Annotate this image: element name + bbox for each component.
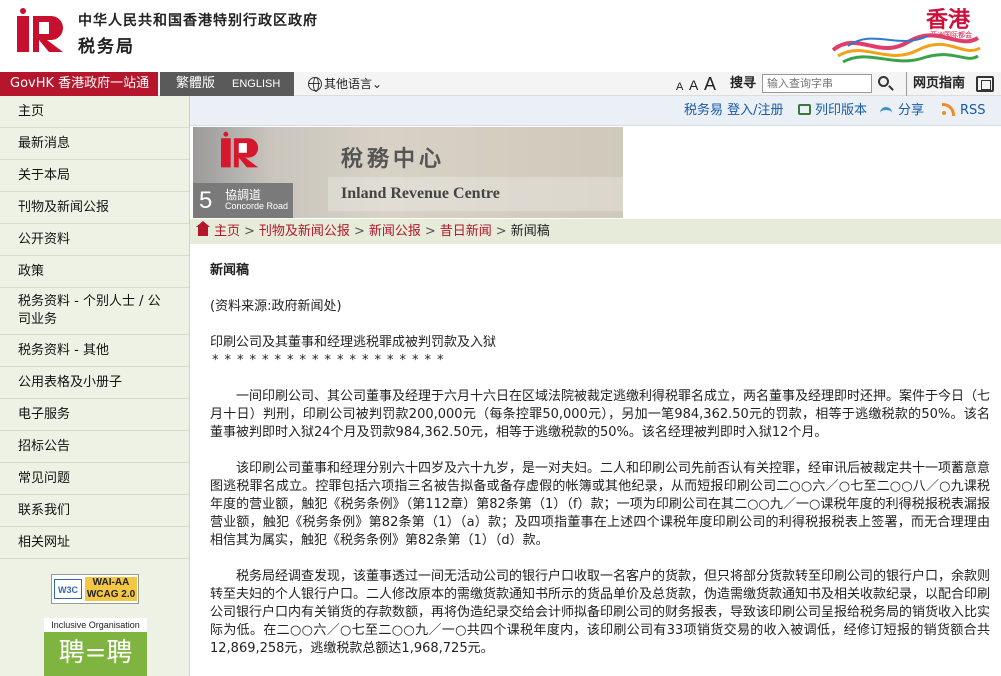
building-name-english: Inland Revenue Centre <box>341 185 500 202</box>
sidebar-item-faq[interactable]: 常见问题 <box>0 463 189 495</box>
mobile-version-icon[interactable] <box>976 76 994 92</box>
utility-bar: 税务易 登入/注册 列印版本 分享 RSS <box>190 96 1001 126</box>
source-note: (资料来源:政府新闻处) <box>210 299 342 314</box>
press-release-paragraph: 一间印刷公司、其公司董事及经理于六月十六日在区域法院被裁定逃缴利得税罪名成立，两… <box>210 389 991 440</box>
press-release-paragraph: 该印刷公司董事和经理分别六十四岁及六十九岁，是一对夫妇。二人和印刷公司先前否认有… <box>210 461 991 548</box>
font-size-small-button[interactable]: A <box>676 81 683 93</box>
sidebar-item-publications[interactable]: 刊物及新闻公报 <box>0 192 189 224</box>
inclusive-glyph: 聘=聘 <box>58 638 133 668</box>
press-release-headline: 印刷公司及其董事和经理逃税罪成被判罚款及入狱 <box>210 335 497 350</box>
star-divider: ******************* <box>212 353 450 368</box>
breadcrumb-separator: > <box>424 224 436 239</box>
sidebar-item-whats-new[interactable]: 最新消息 <box>0 128 189 160</box>
breadcrumb: 主页 > 刊物及新闻公报 > 新闻公报 > 昔日新闻 > 新闻稿 <box>190 219 1001 244</box>
page-banner-image: 5 協調道 Concorde Road 稅務中心 Inland Revenue … <box>193 127 623 218</box>
breadcrumb-archive[interactable]: 昔日新闻 <box>440 224 492 239</box>
sidebar-item-tenders[interactable]: 招标公告 <box>0 431 189 463</box>
traditional-chinese-link[interactable]: 繁體版 <box>176 72 215 96</box>
sitemap-link[interactable]: 网页指南 <box>906 72 965 96</box>
building-name-chinese: 稅務中心 <box>341 146 446 172</box>
search-icon <box>878 76 889 87</box>
government-name: 中华人民共和国香港特别行政区政府 <box>78 13 318 29</box>
other-languages-label: 其他语言 <box>324 77 373 91</box>
sidebar-item-public-info[interactable]: 公开资料 <box>0 224 189 256</box>
english-link[interactable]: ENGLISH <box>232 72 280 96</box>
breadcrumb-separator: > <box>495 224 507 239</box>
govhk-link[interactable]: GovHK 香港政府一站通 <box>0 72 158 96</box>
print-version-link[interactable]: 列印版本 <box>798 96 867 126</box>
rss-icon <box>942 103 955 116</box>
search-input[interactable] <box>762 74 872 93</box>
wcag-label-line1: WAI-AA <box>92 577 130 588</box>
breadcrumb-publications[interactable]: 刊物及新闻公报 <box>259 224 350 239</box>
inclusive-organisation-badge[interactable]: Inclusive Organisation 聘=聘 <box>44 618 147 676</box>
wcag-badge[interactable]: W3C WAI-AA WCAG 2.0 <box>51 574 139 604</box>
breadcrumb-current: 新闻稿 <box>510 224 550 239</box>
etax-login-link[interactable]: 税务易 登入/注册 <box>684 96 784 126</box>
sidebar-item-about-us[interactable]: 关于本局 <box>0 160 189 192</box>
printer-icon <box>798 104 811 115</box>
share-label: 分享 <box>898 103 925 118</box>
page-title: 新闻稿 <box>210 263 250 278</box>
rss-label: RSS <box>960 103 986 118</box>
rss-link[interactable]: RSS <box>942 96 986 126</box>
main-content: 新闻稿 (资料来源:政府新闻处) 印刷公司及其董事和经理逃税罪成被判罚款及入狱 … <box>210 262 990 676</box>
breadcrumb-home[interactable]: 主页 <box>214 224 240 239</box>
top-navigation-bar: GovHK 香港政府一站通 繁體版 ENGLISH 其他语言⌄ A A A 搜寻… <box>0 72 1001 96</box>
sidebar-item-home[interactable]: 主页 <box>0 96 189 128</box>
sidebar-item-forms[interactable]: 公用表格及小册子 <box>0 367 189 399</box>
press-release-paragraph: 税务局经调查发现，该董事透过一间无活动公司的银行户口收取一名客户的货款，但只将部… <box>210 569 991 656</box>
road-name-english: Concorde Road <box>225 201 289 211</box>
ird-logo-icon[interactable] <box>17 8 69 58</box>
wcag-level-label: WAI-AA WCAG 2.0 <box>85 577 137 601</box>
search-label: 搜寻 <box>730 76 757 91</box>
sidebar-item-policy[interactable]: 政策 <box>0 256 189 288</box>
home-icon[interactable] <box>196 221 210 236</box>
sidebar-navigation: 主页 最新消息 关于本局 刊物及新闻公报 公开资料 政策 税务资料 - 个别人士… <box>0 96 190 676</box>
department-name: 税务局 <box>78 37 135 57</box>
search-button[interactable] <box>875 74 895 93</box>
sidebar-item-related-links[interactable]: 相关网址 <box>0 527 189 559</box>
sidebar-item-contact-us[interactable]: 联系我们 <box>0 495 189 527</box>
road-number: 5 <box>199 187 213 214</box>
share-link[interactable]: 分享 <box>880 96 924 126</box>
other-languages-dropdown[interactable]: 其他语言⌄ <box>308 72 382 96</box>
sidebar-item-e-services[interactable]: 电子服务 <box>0 399 189 431</box>
breadcrumb-separator: > <box>244 224 255 239</box>
sidebar-item-tax-info-individuals[interactable]: 税务资料 - 个别人士 / 公司业务 <box>0 288 189 335</box>
font-size-controls: A A A <box>676 72 718 96</box>
breadcrumb-press-releases[interactable]: 新闻公报 <box>369 224 421 239</box>
breadcrumb-separator: > <box>353 224 365 239</box>
chevron-down-icon: ⌄ <box>372 77 383 91</box>
share-icon <box>880 105 894 115</box>
font-size-medium-button[interactable]: A <box>689 77 698 93</box>
font-size-large-button[interactable]: A <box>704 74 716 94</box>
site-header: 中华人民共和国香港特别行政区政府 税务局 香港 亚洲国际都会 <box>0 0 1001 72</box>
globe-icon <box>308 77 322 92</box>
sidebar-item-tax-info-others[interactable]: 税务资料 - 其他 <box>0 335 189 367</box>
brand-hong-kong-logo[interactable]: 香港 亚洲国际都会 <box>828 2 988 68</box>
inclusive-label: Inclusive Organisation <box>44 618 147 632</box>
print-label: 列印版本 <box>815 103 868 118</box>
w3c-logo: W3C <box>54 579 82 599</box>
banner-ird-logo-icon <box>221 131 259 168</box>
wcag-label-line2: WCAG 2.0 <box>86 589 136 600</box>
dragon-ribbon-icon <box>831 33 981 64</box>
